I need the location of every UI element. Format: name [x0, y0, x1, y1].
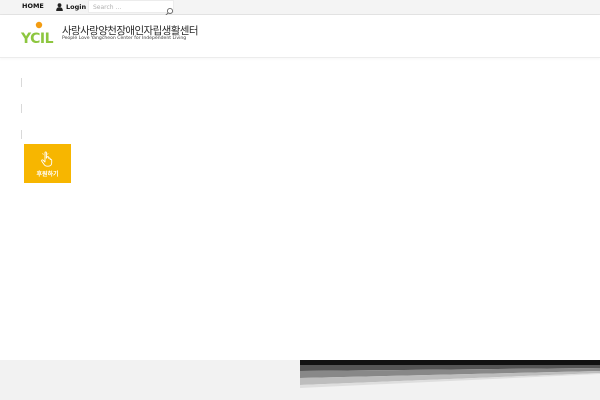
- ycil-logo-mark: YCIL: [20, 21, 54, 47]
- search-box: [88, 0, 174, 16]
- site-logo[interactable]: YCIL 사랑사랑양천장애인자립생활센터 People Love Yangche…: [20, 20, 199, 48]
- side-marker: [21, 78, 22, 87]
- pointing-hand-icon: [41, 151, 53, 167]
- user-icon: [56, 2, 63, 11]
- logo-subtitle: People Love Yangcheon Center for Indepen…: [62, 36, 187, 41]
- search-button[interactable]: [164, 2, 174, 16]
- side-marker: [21, 104, 22, 113]
- site-header: YCIL 사랑사랑양천장애인자립생활센터 People Love Yangche…: [0, 15, 600, 58]
- search-input[interactable]: [93, 2, 159, 12]
- top-bar: HOME Login: [0, 0, 600, 16]
- donate-button[interactable]: 후원하기: [24, 144, 71, 183]
- home-link[interactable]: HOME: [22, 2, 44, 10]
- donate-label: 후원하기: [36, 171, 59, 178]
- footer-decoration: [300, 360, 600, 388]
- login-link[interactable]: Login: [56, 1, 86, 12]
- side-marker: [21, 130, 22, 139]
- login-label: Login: [66, 2, 87, 11]
- logo-mark-text: YCIL: [20, 31, 54, 47]
